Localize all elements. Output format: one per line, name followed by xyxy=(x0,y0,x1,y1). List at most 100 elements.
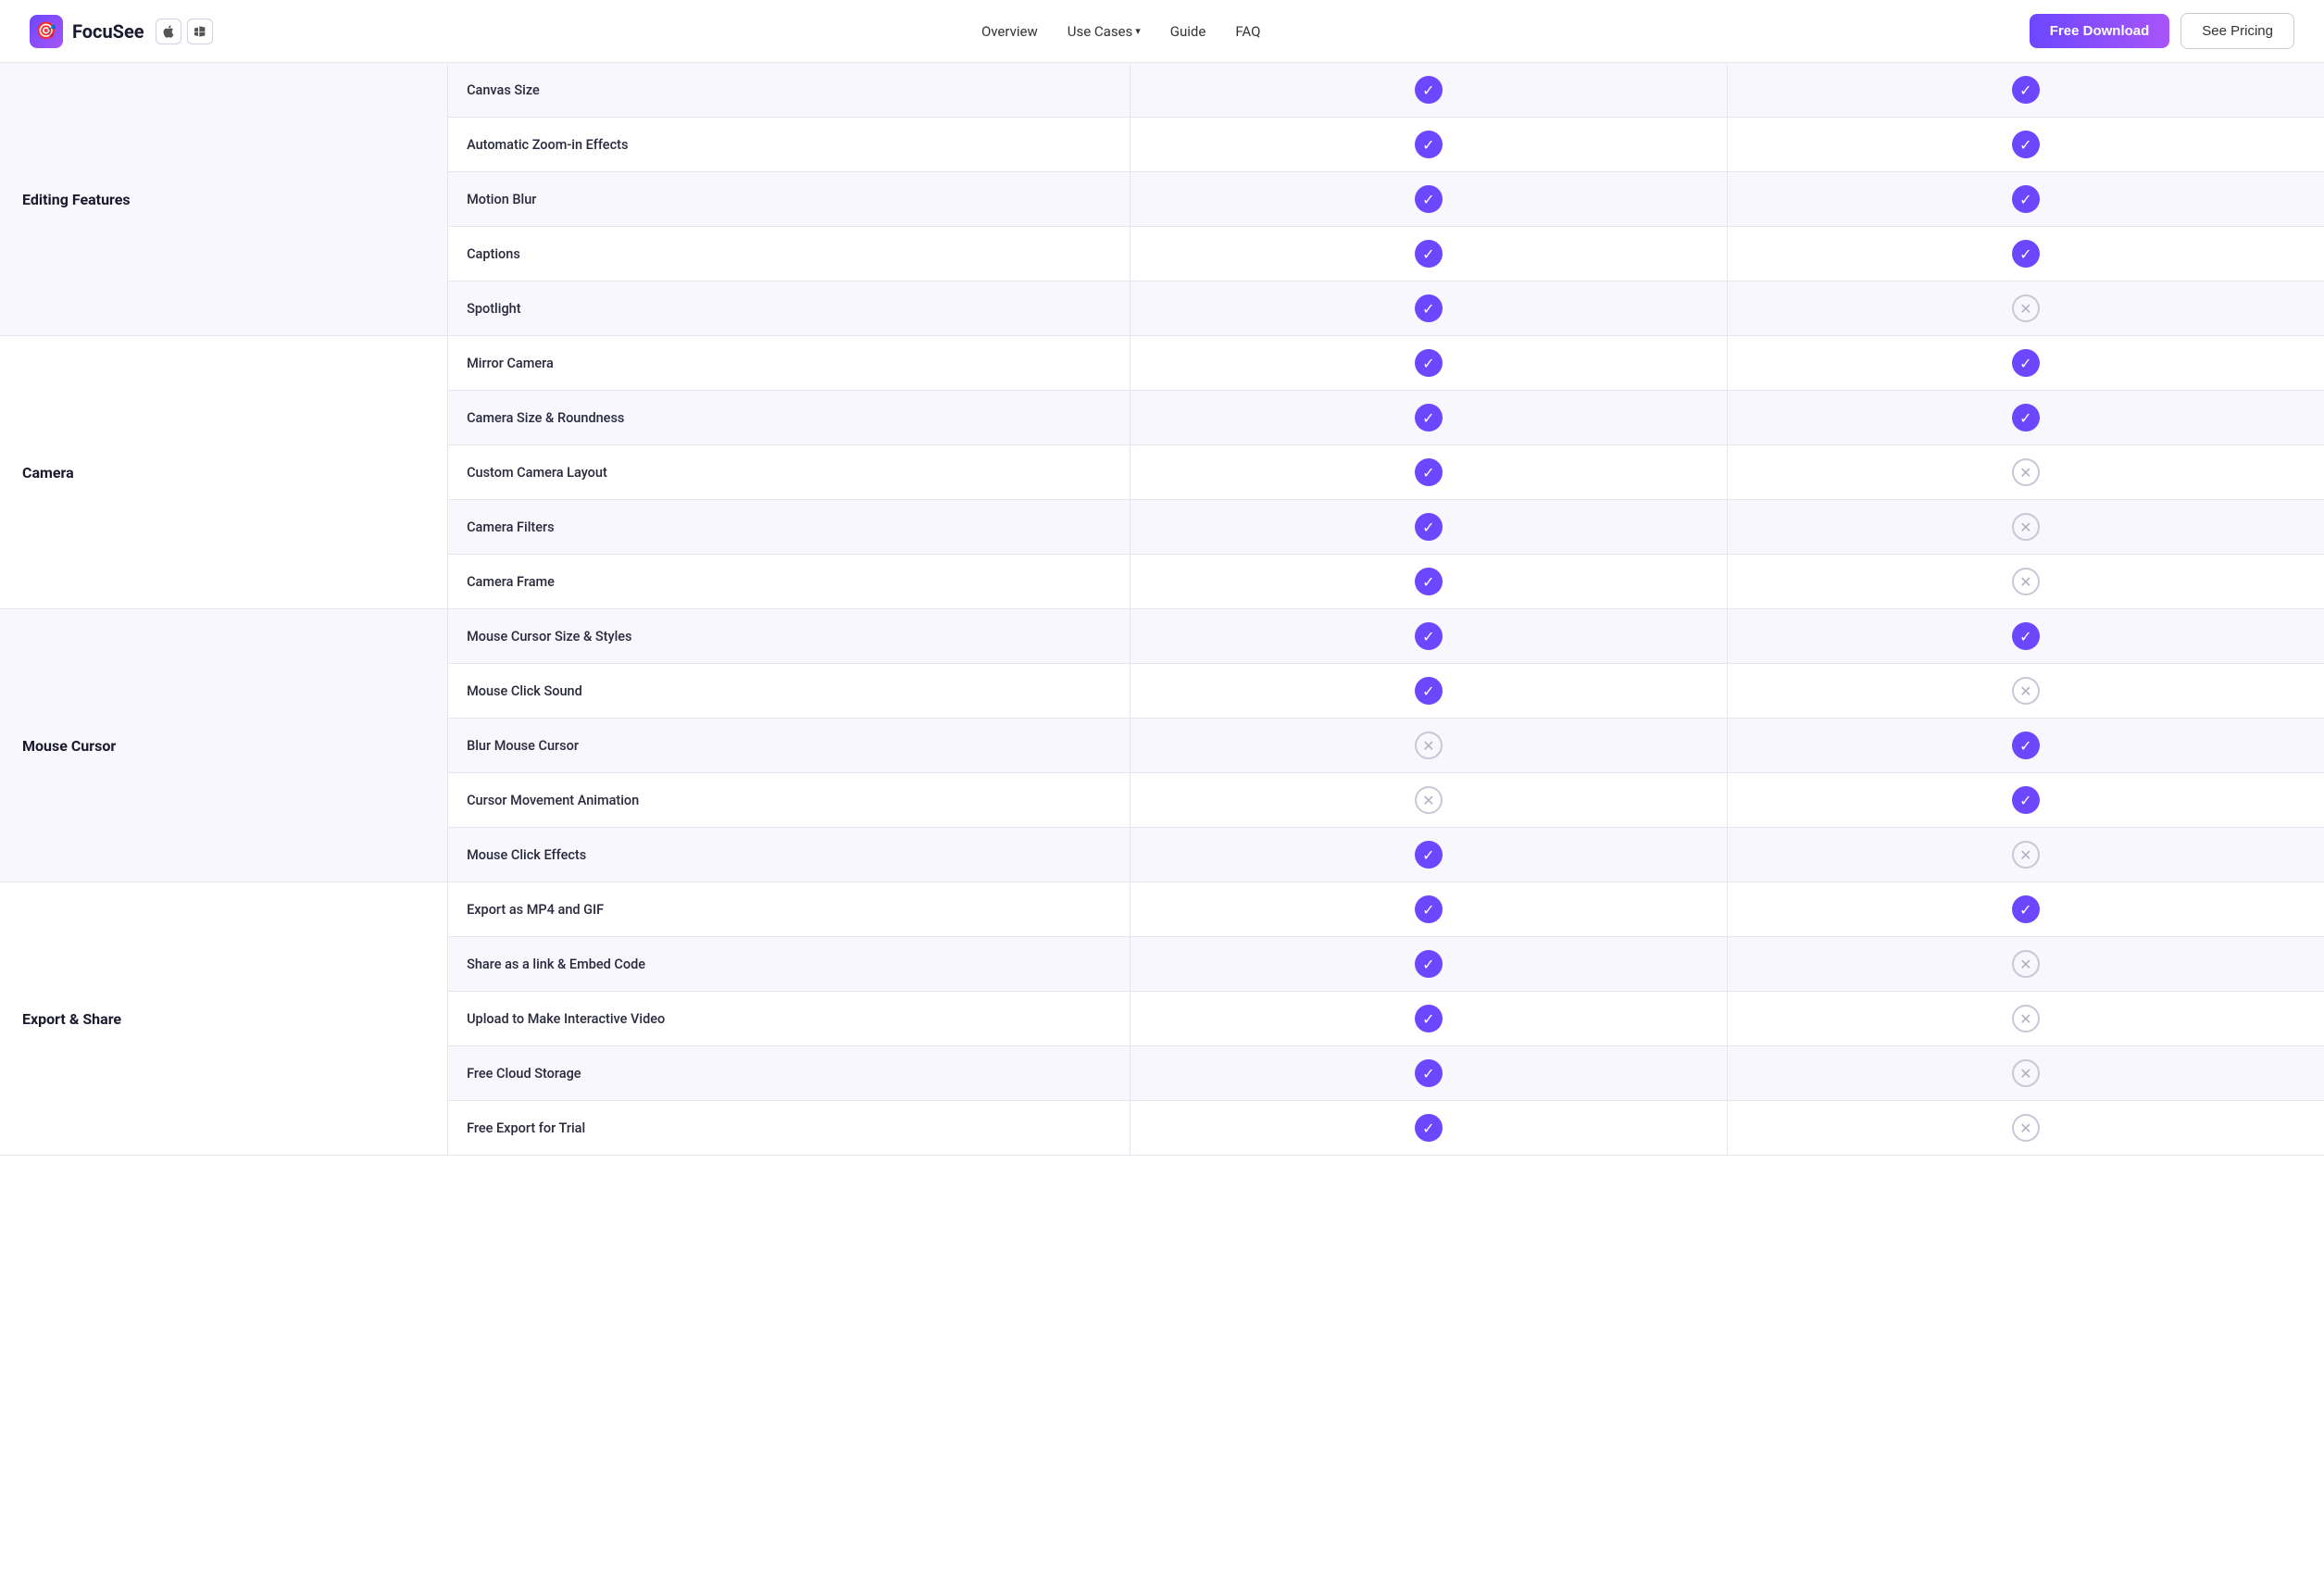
pro-check-cell: ✓ xyxy=(1130,63,1727,118)
other-check-cell: ✓ xyxy=(1727,882,2324,937)
check-yes-icon: ✓ xyxy=(1415,131,1443,158)
nav-use-cases[interactable]: Use Cases ▾ xyxy=(1068,23,1141,40)
other-check-cell: ✓ xyxy=(1727,609,2324,664)
check-yes-icon: ✓ xyxy=(2012,349,2040,377)
check-no-icon: ✕ xyxy=(2012,513,2040,541)
table-row: Mouse CursorMouse Cursor Size & Styles✓✓ xyxy=(0,609,2324,664)
feature-cell: Cursor Movement Animation xyxy=(448,773,1131,828)
other-check-cell: ✓ xyxy=(1727,391,2324,445)
comparison-table: Editing FeaturesCanvas Size✓✓Automatic Z… xyxy=(0,63,2324,1156)
see-pricing-button[interactable]: See Pricing xyxy=(2180,13,2294,49)
category-cell: Mouse Cursor xyxy=(0,609,448,882)
check-no-icon: ✕ xyxy=(2012,677,2040,705)
platform-icons xyxy=(156,19,213,44)
other-check-cell: ✕ xyxy=(1727,937,2324,992)
table-row: Export & ShareExport as MP4 and GIF✓✓ xyxy=(0,882,2324,937)
check-yes-icon: ✓ xyxy=(1415,76,1443,104)
feature-cell: Mirror Camera xyxy=(448,336,1131,391)
table-row: CameraMirror Camera✓✓ xyxy=(0,336,2324,391)
logo-icon: 🎯 xyxy=(30,15,63,48)
pro-check-cell: ✓ xyxy=(1130,391,1727,445)
check-yes-icon: ✓ xyxy=(1415,240,1443,268)
logo-text: FocuSee xyxy=(72,20,144,43)
other-check-cell: ✕ xyxy=(1727,992,2324,1046)
check-yes-icon: ✓ xyxy=(1415,185,1443,213)
check-no-icon: ✕ xyxy=(1415,732,1443,759)
logo[interactable]: 🎯 FocuSee xyxy=(30,15,144,48)
feature-cell: Motion Blur xyxy=(448,172,1131,227)
feature-cell: Canvas Size xyxy=(448,63,1131,118)
check-no-icon: ✕ xyxy=(2012,568,2040,595)
other-check-cell: ✕ xyxy=(1727,555,2324,609)
pro-check-cell: ✓ xyxy=(1130,1101,1727,1156)
check-yes-icon: ✓ xyxy=(2012,895,2040,923)
check-yes-icon: ✓ xyxy=(2012,622,2040,650)
pro-check-cell: ✓ xyxy=(1130,828,1727,882)
pro-check-cell: ✓ xyxy=(1130,1046,1727,1101)
pro-check-cell: ✓ xyxy=(1130,172,1727,227)
other-check-cell: ✕ xyxy=(1727,445,2324,500)
nav-links: Overview Use Cases ▾ Guide FAQ xyxy=(981,23,1261,40)
other-check-cell: ✕ xyxy=(1727,828,2324,882)
check-yes-icon: ✓ xyxy=(1415,622,1443,650)
nav-actions: Free Download See Pricing xyxy=(2030,13,2294,49)
other-check-cell: ✓ xyxy=(1727,118,2324,172)
pro-check-cell: ✓ xyxy=(1130,992,1727,1046)
check-yes-icon: ✓ xyxy=(1415,458,1443,486)
feature-cell: Camera Filters xyxy=(448,500,1131,555)
other-check-cell: ✕ xyxy=(1727,281,2324,336)
category-cell: Export & Share xyxy=(0,882,448,1156)
pro-check-cell: ✓ xyxy=(1130,445,1727,500)
check-no-icon: ✕ xyxy=(2012,458,2040,486)
table-row: Editing FeaturesCanvas Size✓✓ xyxy=(0,63,2324,118)
check-yes-icon: ✓ xyxy=(1415,950,1443,978)
check-yes-icon: ✓ xyxy=(2012,240,2040,268)
feature-cell: Custom Camera Layout xyxy=(448,445,1131,500)
pro-check-cell: ✓ xyxy=(1130,118,1727,172)
feature-cell: Mouse Click Sound xyxy=(448,664,1131,719)
pro-check-cell: ✓ xyxy=(1130,227,1727,281)
check-yes-icon: ✓ xyxy=(2012,404,2040,432)
check-yes-icon: ✓ xyxy=(2012,131,2040,158)
nav-faq[interactable]: FAQ xyxy=(1235,23,1260,40)
check-no-icon: ✕ xyxy=(2012,1114,2040,1142)
feature-cell: Free Export for Trial xyxy=(448,1101,1131,1156)
check-yes-icon: ✓ xyxy=(2012,185,2040,213)
check-yes-icon: ✓ xyxy=(1415,1114,1443,1142)
other-check-cell: ✕ xyxy=(1727,1101,2324,1156)
feature-cell: Automatic Zoom-in Effects xyxy=(448,118,1131,172)
other-check-cell: ✓ xyxy=(1727,172,2324,227)
check-no-icon: ✕ xyxy=(2012,294,2040,322)
check-yes-icon: ✓ xyxy=(1415,568,1443,595)
other-check-cell: ✓ xyxy=(1727,63,2324,118)
navigation: 🎯 FocuSee Overview Use Cases ▾ Guide FAQ… xyxy=(0,0,2324,63)
feature-cell: Blur Mouse Cursor xyxy=(448,719,1131,773)
pro-check-cell: ✓ xyxy=(1130,336,1727,391)
feature-cell: Mouse Click Effects xyxy=(448,828,1131,882)
check-yes-icon: ✓ xyxy=(2012,732,2040,759)
check-yes-icon: ✓ xyxy=(1415,404,1443,432)
category-cell: Editing Features xyxy=(0,63,448,336)
nav-guide[interactable]: Guide xyxy=(1170,23,1206,40)
free-download-button[interactable]: Free Download xyxy=(2030,14,2170,48)
chevron-down-icon: ▾ xyxy=(1135,25,1141,37)
feature-cell: Upload to Make Interactive Video xyxy=(448,992,1131,1046)
pro-check-cell: ✓ xyxy=(1130,937,1727,992)
check-yes-icon: ✓ xyxy=(1415,895,1443,923)
check-yes-icon: ✓ xyxy=(1415,349,1443,377)
windows-icon[interactable] xyxy=(187,19,213,44)
check-no-icon: ✕ xyxy=(1415,786,1443,814)
check-yes-icon: ✓ xyxy=(2012,76,2040,104)
feature-cell: Camera Size & Roundness xyxy=(448,391,1131,445)
pro-check-cell: ✓ xyxy=(1130,609,1727,664)
other-check-cell: ✕ xyxy=(1727,664,2324,719)
other-check-cell: ✕ xyxy=(1727,1046,2324,1101)
check-yes-icon: ✓ xyxy=(1415,841,1443,869)
mac-icon[interactable] xyxy=(156,19,181,44)
check-yes-icon: ✓ xyxy=(1415,677,1443,705)
feature-cell: Free Cloud Storage xyxy=(448,1046,1131,1101)
other-check-cell: ✓ xyxy=(1727,227,2324,281)
nav-overview[interactable]: Overview xyxy=(981,23,1038,40)
other-check-cell: ✓ xyxy=(1727,719,2324,773)
feature-cell: Camera Frame xyxy=(448,555,1131,609)
